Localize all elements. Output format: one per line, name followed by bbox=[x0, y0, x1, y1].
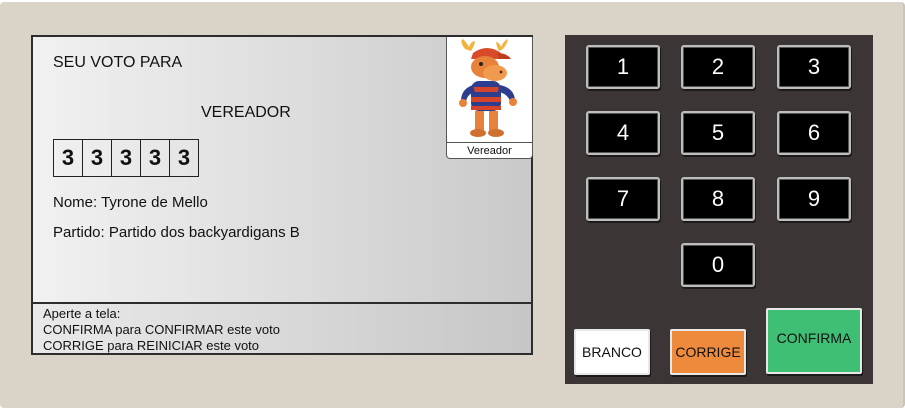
key-5[interactable]: 5 bbox=[681, 111, 755, 155]
confirma-button[interactable]: CONFIRMA bbox=[766, 308, 862, 374]
corrige-button[interactable]: CORRIGE bbox=[670, 329, 746, 375]
candidate-name: Nome: Tyrone de Mello bbox=[53, 194, 208, 211]
digit-box: 3 bbox=[140, 139, 170, 177]
office-title: VEREADOR bbox=[201, 104, 291, 121]
instruction-line: CONFIRMA para CONFIRMAR este voto bbox=[43, 322, 280, 337]
instructions-footer: Aperte a tela: CONFIRMA para CONFIRMAR e… bbox=[33, 302, 531, 353]
key-6[interactable]: 6 bbox=[777, 111, 851, 155]
instruction-line: Aperte a tela: bbox=[43, 306, 121, 321]
moose-character-icon bbox=[459, 39, 517, 137]
digit-box: 3 bbox=[82, 139, 112, 177]
keypad-panel: 1 2 3 4 5 6 7 8 9 0 BRANCO CORRIGE CONFI… bbox=[565, 35, 873, 384]
voting-machine: SEU VOTO PARA VEREADOR 3 3 3 3 3 Nome: T… bbox=[0, 2, 905, 408]
digit-box: 3 bbox=[111, 139, 141, 177]
candidate-number: 3 3 3 3 3 bbox=[53, 139, 199, 177]
key-1[interactable]: 1 bbox=[586, 45, 660, 89]
key-3[interactable]: 3 bbox=[777, 45, 851, 89]
ballot-screen[interactable]: SEU VOTO PARA VEREADOR 3 3 3 3 3 Nome: T… bbox=[31, 35, 533, 355]
key-2[interactable]: 2 bbox=[681, 45, 755, 89]
key-0[interactable]: 0 bbox=[681, 243, 755, 287]
candidate-party: Partido: Partido dos backyardigans B bbox=[53, 224, 300, 241]
digit-box: 3 bbox=[53, 139, 83, 177]
key-9[interactable]: 9 bbox=[777, 177, 851, 221]
photo-divider bbox=[447, 142, 532, 143]
digit-box: 3 bbox=[169, 139, 199, 177]
key-7[interactable]: 7 bbox=[586, 177, 660, 221]
key-8[interactable]: 8 bbox=[681, 177, 755, 221]
candidate-photo: Vereador bbox=[446, 37, 533, 159]
branco-button[interactable]: BRANCO bbox=[574, 329, 650, 375]
photo-caption: Vereador bbox=[467, 145, 512, 157]
instruction-line: CORRIGE para REINICIAR este voto bbox=[43, 338, 260, 353]
key-4[interactable]: 4 bbox=[586, 111, 660, 155]
vote-heading: SEU VOTO PARA bbox=[53, 54, 183, 71]
